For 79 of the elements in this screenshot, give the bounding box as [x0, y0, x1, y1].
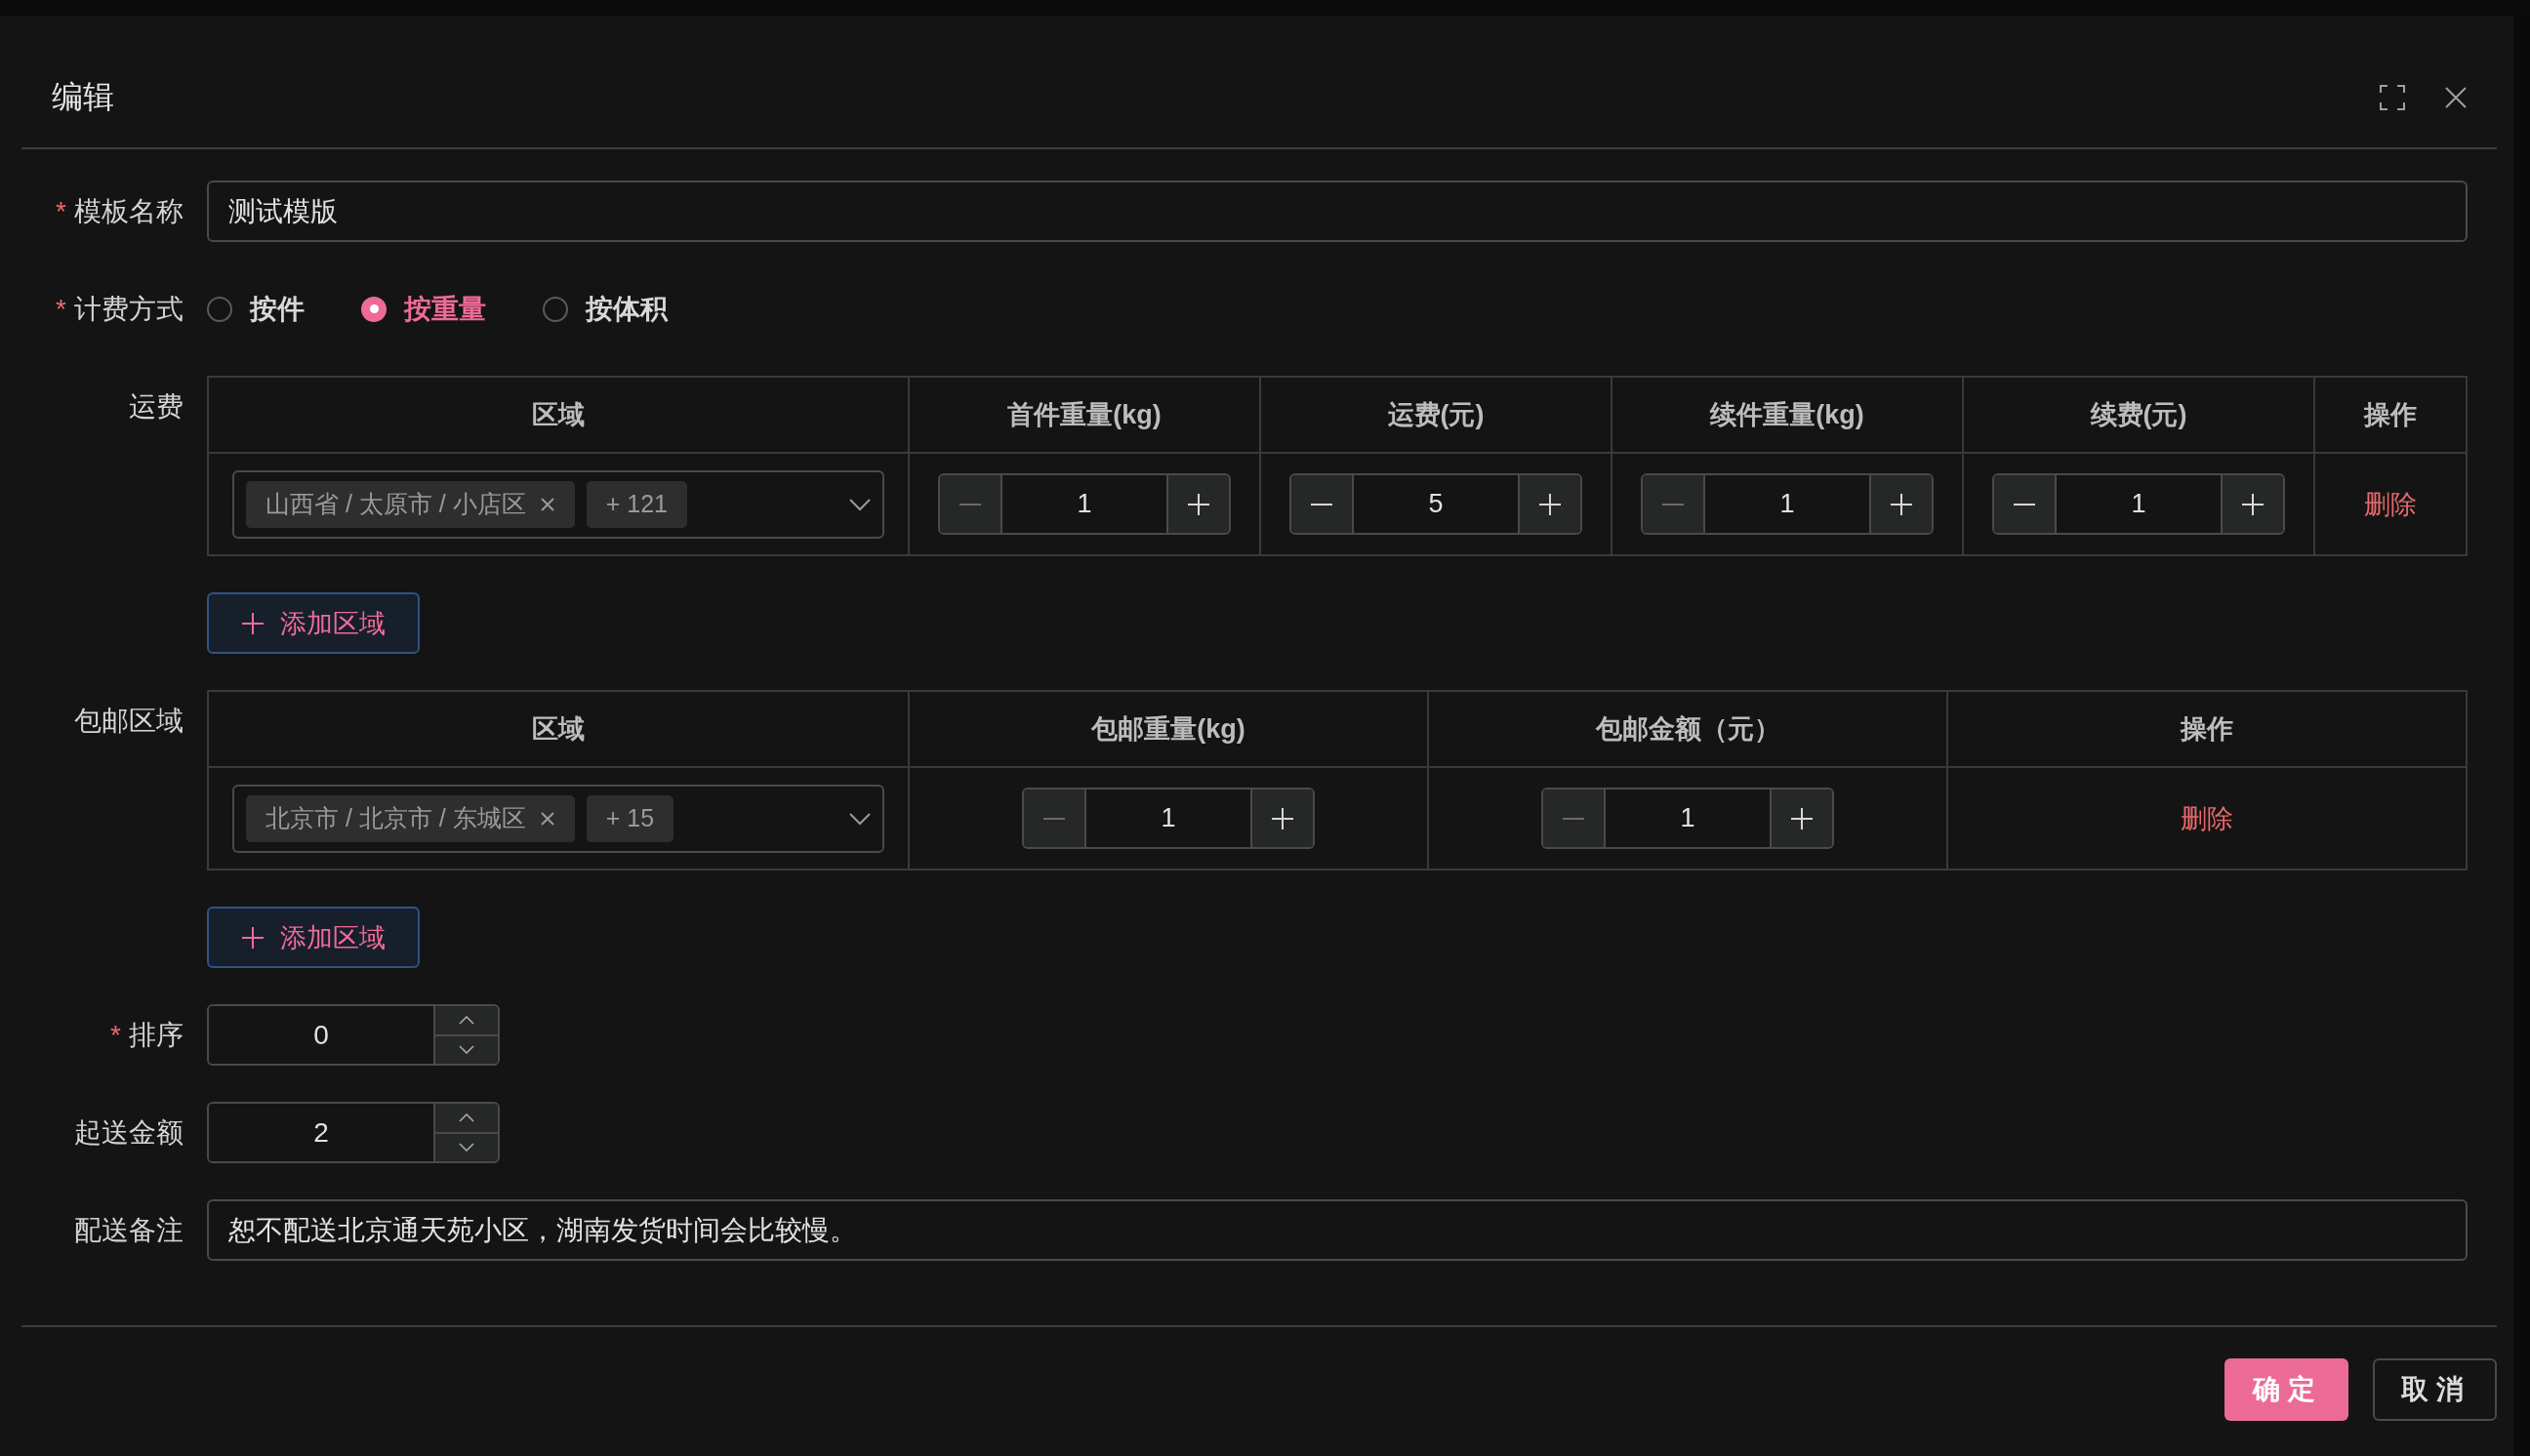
- increment-button[interactable]: [1772, 789, 1832, 847]
- chevron-down-icon[interactable]: [849, 811, 871, 826]
- required-asterisk: *: [56, 293, 66, 325]
- field-label: 起送金额: [74, 1115, 184, 1150]
- number-stepper[interactable]: 5: [1289, 473, 1582, 535]
- count-tag: + 121: [586, 480, 687, 528]
- column-header: 区域: [208, 691, 909, 767]
- column-header: 首件重量(kg): [909, 377, 1260, 453]
- field-label: 计费方式: [74, 292, 184, 326]
- column-header: 区域: [208, 377, 909, 453]
- column-header: 操作: [2314, 377, 2467, 453]
- required-asterisk: *: [56, 195, 66, 227]
- field-label: 包邮区域: [74, 704, 184, 738]
- number-stepper[interactable]: 1: [1992, 473, 2285, 535]
- increment-button[interactable]: [2223, 475, 2283, 533]
- plus-icon: [1538, 492, 1562, 516]
- delete-link[interactable]: 删除: [2181, 800, 2233, 836]
- plus-icon: [241, 925, 265, 950]
- close-icon[interactable]: [539, 810, 555, 827]
- number-field[interactable]: 1: [2055, 475, 2223, 533]
- number-stepper[interactable]: 1: [1641, 473, 1934, 535]
- text-field[interactable]: 测试模版: [207, 181, 2468, 242]
- chevron-up-icon: [459, 1112, 474, 1122]
- minus-icon: [1310, 503, 1333, 506]
- region-select[interactable]: 北京市 / 北京市 / 东城区 + 15: [232, 784, 884, 853]
- radio-option[interactable]: 按件: [207, 290, 305, 328]
- column-header: 包邮金额（元）: [1428, 691, 1947, 767]
- required-asterisk: *: [110, 1019, 121, 1051]
- column-header: 续件重量(kg): [1612, 377, 1963, 453]
- column-header: 包邮重量(kg): [909, 691, 1428, 767]
- field-label: 运费: [129, 389, 184, 424]
- count-tag: + 15: [586, 794, 674, 842]
- minus-icon: [2013, 503, 2036, 506]
- chevron-down-icon: [459, 1143, 474, 1153]
- dialog-title: 编辑: [52, 77, 115, 116]
- close-icon[interactable]: [2444, 85, 2468, 109]
- minus-icon: [959, 503, 982, 506]
- delete-link[interactable]: 删除: [2364, 486, 2417, 522]
- plus-icon: [1187, 492, 1210, 516]
- increment-button[interactable]: [1252, 789, 1313, 847]
- chevron-down-icon: [459, 1045, 474, 1055]
- field-label: 排序: [129, 1018, 184, 1052]
- close-icon[interactable]: [539, 496, 555, 512]
- fullscreen-icon[interactable]: [2380, 84, 2405, 110]
- number-field[interactable]: 5: [1352, 475, 1520, 533]
- increment-button[interactable]: [1168, 475, 1229, 533]
- plus-icon: [1790, 806, 1814, 830]
- increment-button[interactable]: [1520, 475, 1580, 533]
- field-label: 模板名称: [74, 194, 184, 228]
- number-field[interactable]: 1: [1604, 789, 1772, 847]
- number-stepper[interactable]: 1: [1541, 788, 1834, 849]
- field-label: 配送备注: [74, 1213, 184, 1247]
- tag-label: 山西省 / 太原市 / 小店区: [265, 489, 526, 519]
- number-stepper[interactable]: 1: [1022, 788, 1315, 849]
- number-field[interactable]: 1: [1000, 475, 1168, 533]
- add-region-button[interactable]: 添加区域: [207, 907, 420, 968]
- plus-icon: [1890, 492, 1913, 516]
- column-header: 操作: [1947, 691, 2467, 767]
- plus-icon: [2241, 492, 2265, 516]
- column-header: 运费(元): [1260, 377, 1612, 453]
- cancel-button[interactable]: 取消: [2373, 1358, 2497, 1421]
- plus-icon: [1271, 806, 1294, 830]
- number-field[interactable]: 1: [1703, 475, 1871, 533]
- chevron-down-icon[interactable]: [849, 497, 871, 511]
- increment-button[interactable]: [1871, 475, 1932, 533]
- minus-icon: [1042, 817, 1066, 820]
- region-select[interactable]: 山西省 / 太原市 / 小店区 + 121: [232, 469, 884, 539]
- column-header: 续费(元): [1963, 377, 2314, 453]
- number-stepper[interactable]: 1: [938, 473, 1231, 535]
- radio-option[interactable]: 按重量: [361, 290, 486, 328]
- tag-label: 北京市 / 北京市 / 东城区: [265, 803, 526, 833]
- minus-icon: [1562, 817, 1585, 820]
- radio-option[interactable]: 按体积: [543, 290, 668, 328]
- minus-icon: [1661, 503, 1685, 506]
- chevron-up-icon: [459, 1015, 474, 1025]
- number-field[interactable]: 1: [1084, 789, 1252, 847]
- plus-icon: [241, 611, 265, 635]
- add-region-button[interactable]: 添加区域: [207, 592, 420, 654]
- text-field[interactable]: 恕不配送北京通天苑小区，湖南发货时间会比较慢。: [207, 1199, 2468, 1261]
